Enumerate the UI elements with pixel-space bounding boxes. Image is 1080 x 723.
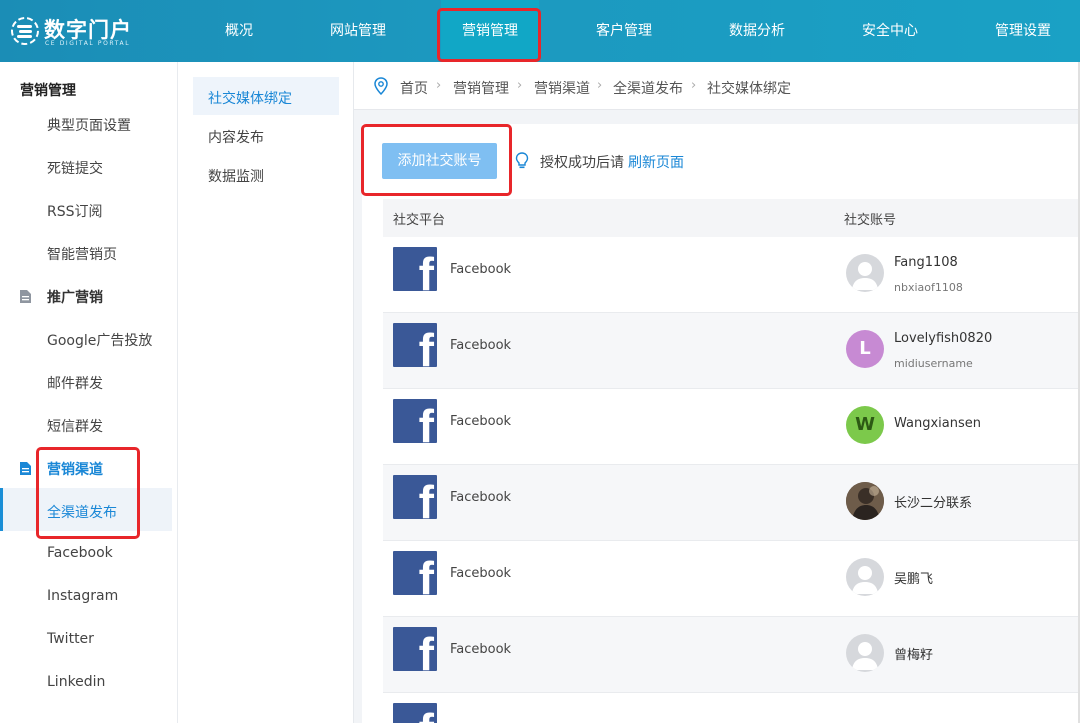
breadcrumb: 首页 › 营销管理 › 营销渠道 › 全渠道发布 › 社交媒体绑定 [354,62,1080,110]
sidebar-item-instagram[interactable]: Instagram [47,588,118,604]
breadcrumb-home[interactable]: 首页 [400,78,428,98]
subnav-item-data-monitor[interactable]: 数据监测 [208,166,264,186]
platform-name: Facebook [450,414,512,429]
profile-photo-icon [846,482,884,520]
platform-name: Facebook [450,642,512,657]
nav-item-analytics[interactable]: 数据分析 [721,0,793,62]
facebook-icon: f [393,323,437,367]
account-name: 曾梅籽 [894,648,934,663]
platform-name: Facebook [450,566,512,581]
sidebar-title: 营销管理 [20,83,76,99]
document-icon [20,290,31,303]
sub-navigation: 社交媒体绑定 内容发布 数据监测 [178,62,354,723]
table-row[interactable]: f Facebook 长沙二分联系 [383,465,1080,541]
breadcrumb-separator-icon: › [517,78,523,93]
sidebar-item-sms[interactable]: 短信群发 [47,416,103,436]
highlight-box-add-button [361,124,512,196]
content-panel: 添加社交账号 授权成功后请 刷新页面 社交平台 社交账号 f Facebook F… [362,124,1080,723]
nav-item-security[interactable]: 安全中心 [854,0,926,62]
user-silhouette-icon [852,566,878,594]
sidebar-item-twitter[interactable]: Twitter [47,631,94,647]
sidebar-item-smart-page[interactable]: 智能营销页 [47,244,117,264]
table-row[interactable]: f Facebook 吴鹏飞 [383,541,1080,617]
avatar-default [846,558,884,596]
column-header-account: 社交账号 [844,213,897,228]
sidebar: 营销管理 典型页面设置 死链提交 RSS订阅 智能营销页 推广营销 Google… [0,62,178,723]
table-row[interactable]: f Facebook 曾梅籽 [383,617,1080,693]
sidebar-group-promotion[interactable]: 推广营销 [20,287,103,307]
sidebar-item-email[interactable]: 邮件群发 [47,373,103,393]
sidebar-item-typical-page[interactable]: 典型页面设置 [47,115,131,135]
auth-hint: 授权成功后请 刷新页面 [540,152,684,172]
account-name: Lovelyfish0820 [894,331,993,346]
facebook-icon: f [393,551,437,595]
logo-mark-icon [11,17,39,45]
table-row[interactable]: f Facebook W Wangxiansen [383,389,1080,465]
user-silhouette-icon [852,642,878,670]
account-username: nbxiaof1108 [894,281,963,294]
refresh-page-link[interactable]: 刷新页面 [628,155,684,171]
nav-item-customers[interactable]: 客户管理 [588,0,660,62]
sidebar-item-linkedin[interactable]: Linkedin [47,674,105,690]
sidebar-item-google-ads[interactable]: Google广告投放 [47,330,152,350]
avatar-letter: L [846,330,884,368]
table-row[interactable]: f Facebook Fang1108 nbxiaof1108 [383,237,1080,313]
facebook-icon: f [393,703,437,723]
highlight-box-nav [437,8,541,62]
breadcrumb-channels[interactable]: 营销渠道 [534,78,590,98]
subnav-item-content-publish[interactable]: 内容发布 [208,127,264,147]
breadcrumb-marketing[interactable]: 营销管理 [453,78,509,98]
sidebar-item-rss[interactable]: RSS订阅 [47,201,103,221]
breadcrumb-separator-icon: › [597,78,603,93]
account-username: midiusername [894,357,973,370]
subnav-item-social-binding[interactable]: 社交媒体绑定 [208,88,292,108]
avatar-default [846,254,884,292]
facebook-icon: f [393,247,437,291]
facebook-icon: f [393,627,437,671]
column-header-platform: 社交平台 [393,213,446,228]
sidebar-group-label: 推广营销 [47,290,103,306]
avatar-letter: W [846,406,884,444]
facebook-icon: f [393,399,437,443]
sidebar-item-facebook[interactable]: Facebook [47,545,113,561]
highlight-box-sidebar [36,447,140,539]
avatar-default [846,634,884,672]
table-row[interactable]: f [383,693,1080,723]
breadcrumb-omnichannel[interactable]: 全渠道发布 [613,78,683,98]
breadcrumb-separator-icon: › [436,78,442,93]
facebook-icon: f [393,475,437,519]
account-name: Fang1108 [894,255,958,270]
brand-logo[interactable]: 数字门户 CE DIGITAL PORTAL [10,12,160,52]
platform-name: Facebook [450,338,512,353]
platform-name: Facebook [450,490,512,505]
table-row[interactable]: f Facebook L Lovelyfish0820 midiusername [383,313,1080,389]
platform-name: Facebook [450,262,512,277]
breadcrumb-separator-icon: › [691,78,697,93]
nav-item-website[interactable]: 网站管理 [322,0,394,62]
location-pin-icon [374,77,388,95]
account-name: Wangxiansen [894,416,982,431]
user-silhouette-icon [852,262,878,290]
table-header: 社交平台 社交账号 [383,199,1080,237]
hint-text: 授权成功后请 [540,155,624,171]
brand-subtitle: CE DIGITAL PORTAL [45,40,131,47]
lightbulb-icon [515,152,529,169]
account-name: 长沙二分联系 [894,496,973,511]
nav-item-overview[interactable]: 概况 [205,0,273,62]
breadcrumb-current: 社交媒体绑定 [707,81,791,97]
nav-item-settings[interactable]: 管理设置 [987,0,1059,62]
account-name: 吴鹏飞 [894,572,934,587]
document-icon [20,462,31,475]
avatar-photo [846,482,884,520]
sidebar-item-deadlink[interactable]: 死链提交 [47,158,103,178]
